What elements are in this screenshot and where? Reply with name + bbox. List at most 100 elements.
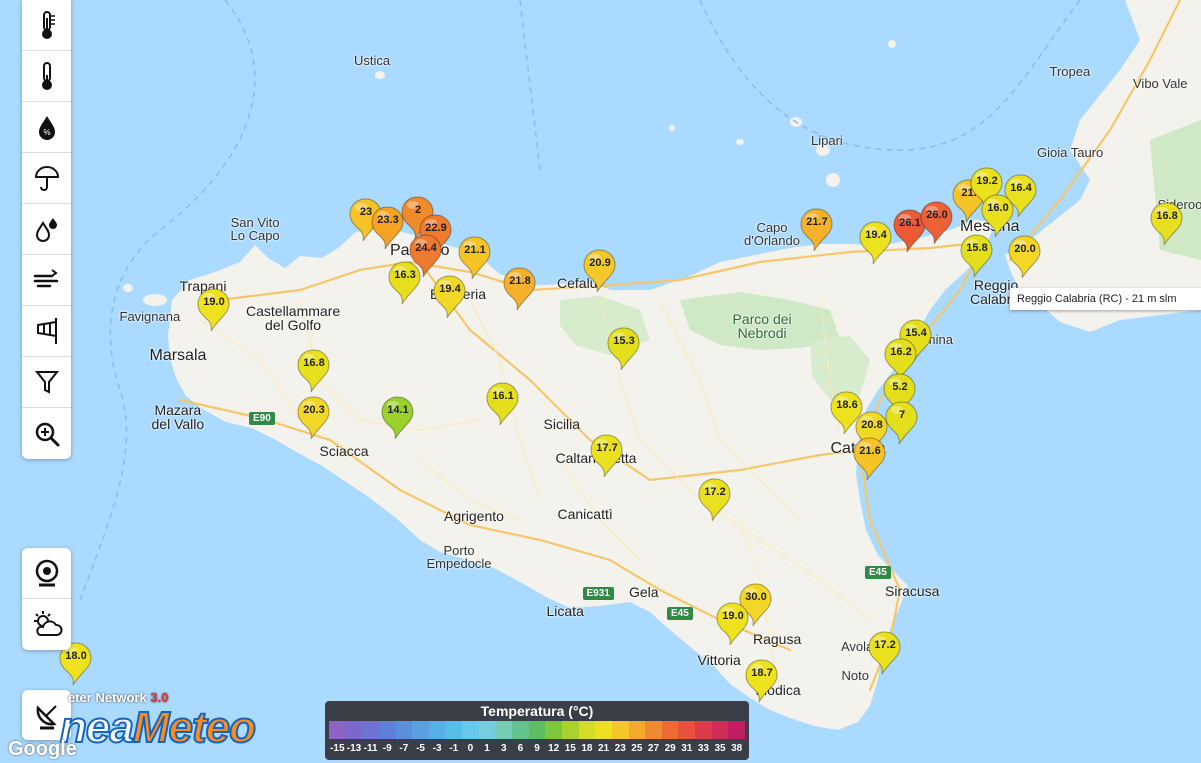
station-value: 21.7 bbox=[806, 216, 828, 228]
legend-tick: 0 bbox=[467, 743, 474, 754]
place-label: Ustica bbox=[354, 53, 391, 68]
road-shield: E45 bbox=[865, 565, 891, 579]
legend-tick: -5 bbox=[416, 743, 425, 754]
station-value: 16.3 bbox=[394, 269, 416, 281]
station-marker[interactable]: 14.1 bbox=[381, 395, 417, 441]
legend-swatch bbox=[329, 721, 346, 739]
place-label: Gela bbox=[629, 583, 659, 600]
place-label: Mazara del Vallo bbox=[151, 401, 205, 433]
place-label: Ragusa bbox=[753, 630, 802, 647]
tool-wind-gust[interactable] bbox=[22, 306, 71, 357]
legend-tick: 15 bbox=[564, 743, 576, 754]
station-value: 20.3 bbox=[303, 404, 325, 416]
legend-swatch bbox=[362, 721, 379, 739]
station-marker[interactable]: 17.2 bbox=[698, 477, 734, 523]
tool-zoom[interactable] bbox=[22, 408, 71, 459]
extra-toolbar bbox=[22, 548, 71, 650]
tool-precipitation[interactable] bbox=[22, 153, 71, 204]
sun-cloud-icon bbox=[33, 610, 63, 636]
legend-tick: 27 bbox=[647, 743, 660, 754]
station-marker[interactable]: 16.8 bbox=[1150, 201, 1186, 247]
station-value: 20.0 bbox=[1014, 243, 1036, 255]
station-value: 20.9 bbox=[589, 257, 611, 269]
station-value: 17.2 bbox=[874, 639, 896, 651]
station-value: 15.3 bbox=[613, 335, 635, 347]
legend-swatch bbox=[512, 721, 529, 739]
station-value: 18.0 bbox=[65, 650, 87, 662]
legend-tick: -15 bbox=[330, 743, 345, 754]
place-label: Vibo Vale bbox=[1133, 76, 1188, 91]
legend-tick: 33 bbox=[697, 743, 709, 754]
station-value: 16.2 bbox=[890, 346, 912, 358]
legend-swatch bbox=[395, 721, 413, 739]
legend-tick: 3 bbox=[500, 743, 507, 754]
station-value: 16.8 bbox=[303, 357, 325, 369]
station-marker[interactable]: 16.1 bbox=[486, 381, 522, 427]
station-value: 19.0 bbox=[722, 610, 744, 622]
humidity-drop-icon: % bbox=[38, 116, 55, 140]
station-value: 19.4 bbox=[439, 283, 461, 295]
station-value: 19.4 bbox=[865, 229, 887, 241]
legend-tick: 29 bbox=[664, 743, 676, 754]
island-ustica bbox=[375, 71, 385, 79]
tool-humidity[interactable]: % bbox=[22, 102, 71, 153]
legend-tick: 25 bbox=[631, 743, 643, 754]
station-value: 15.8 bbox=[966, 242, 988, 254]
place-label: Favignana bbox=[119, 309, 181, 324]
tool-forecast[interactable] bbox=[22, 599, 71, 650]
tool-wind[interactable] bbox=[22, 255, 71, 306]
station-value: 16.1 bbox=[492, 390, 514, 402]
station-marker[interactable]: 19.4 bbox=[859, 220, 895, 266]
filter-icon bbox=[34, 371, 59, 394]
station-value: 21.6 bbox=[859, 445, 881, 457]
dew-point-icon bbox=[35, 218, 57, 242]
legend-tick: -7 bbox=[399, 743, 409, 754]
place-label: Gioia Tauro bbox=[1037, 145, 1104, 160]
layer-toolbar: % bbox=[22, 0, 71, 459]
station-marker[interactable]: 16.8 bbox=[297, 348, 333, 394]
station-marker[interactable]: 16.3 bbox=[388, 260, 424, 306]
wind-icon bbox=[33, 269, 58, 288]
road-shield: E90 bbox=[249, 411, 275, 425]
station-marker[interactable]: 19.4 bbox=[433, 274, 469, 320]
station-marker[interactable]: 21.8 bbox=[503, 266, 539, 312]
station-marker[interactable]: 26.0 bbox=[920, 200, 956, 246]
google-logo: Google bbox=[8, 738, 77, 760]
station-marker[interactable]: 17.7 bbox=[590, 433, 626, 479]
legend-swatch bbox=[645, 721, 662, 739]
station-marker[interactable]: 15.8 bbox=[960, 233, 996, 279]
tool-filter[interactable] bbox=[22, 357, 71, 408]
station-marker[interactable]: 18.7 bbox=[745, 658, 781, 704]
place-label: Vittoria bbox=[697, 651, 741, 668]
tool-temperature-min[interactable] bbox=[22, 51, 71, 102]
place-label: Parco dei Nebrodi bbox=[732, 310, 792, 342]
svg-text:%: % bbox=[43, 128, 50, 137]
station-marker[interactable]: 21.7 bbox=[800, 207, 836, 253]
legend-tick: 18 bbox=[581, 743, 593, 754]
tool-dew-point[interactable] bbox=[22, 204, 71, 255]
legend-swatch bbox=[478, 721, 496, 739]
station-value: 23.3 bbox=[377, 214, 399, 226]
station-marker[interactable]: 21.6 bbox=[853, 436, 889, 482]
temperature-legend: Temperatura (°C) -15 -13 -11 -9 -7 -5 -3 -1 0 1 3 6… bbox=[325, 701, 749, 760]
map-canvas[interactable]: Ustica Lipari Tropea Vibo Vale Gioia Tauro Si… bbox=[0, 0, 1201, 763]
tool-temperature[interactable] bbox=[22, 0, 71, 51]
station-marker[interactable]: 20.0 bbox=[1008, 234, 1044, 280]
place-label: Agrigento bbox=[444, 507, 504, 524]
station-marker[interactable]: 17.2 bbox=[868, 630, 904, 676]
place-label: Canicattì bbox=[557, 505, 613, 522]
station-marker[interactable]: 20.3 bbox=[297, 395, 333, 441]
station-marker[interactable]: 15.3 bbox=[607, 326, 643, 372]
legend-swatch bbox=[378, 721, 396, 739]
station-value: 18.7 bbox=[751, 667, 773, 679]
legend-swatch bbox=[412, 721, 429, 739]
station-marker[interactable]: 20.9 bbox=[583, 248, 619, 294]
station-value: 14.1 bbox=[387, 404, 409, 416]
station-marker[interactable]: 19.0 bbox=[716, 601, 752, 647]
legend-swatch bbox=[628, 721, 646, 739]
station-marker[interactable]: 19.0 bbox=[197, 287, 233, 333]
legend-swatch bbox=[578, 721, 596, 739]
legend-swatch bbox=[611, 721, 629, 739]
tool-webcam[interactable] bbox=[22, 548, 71, 599]
legend-tick: -9 bbox=[382, 743, 392, 754]
